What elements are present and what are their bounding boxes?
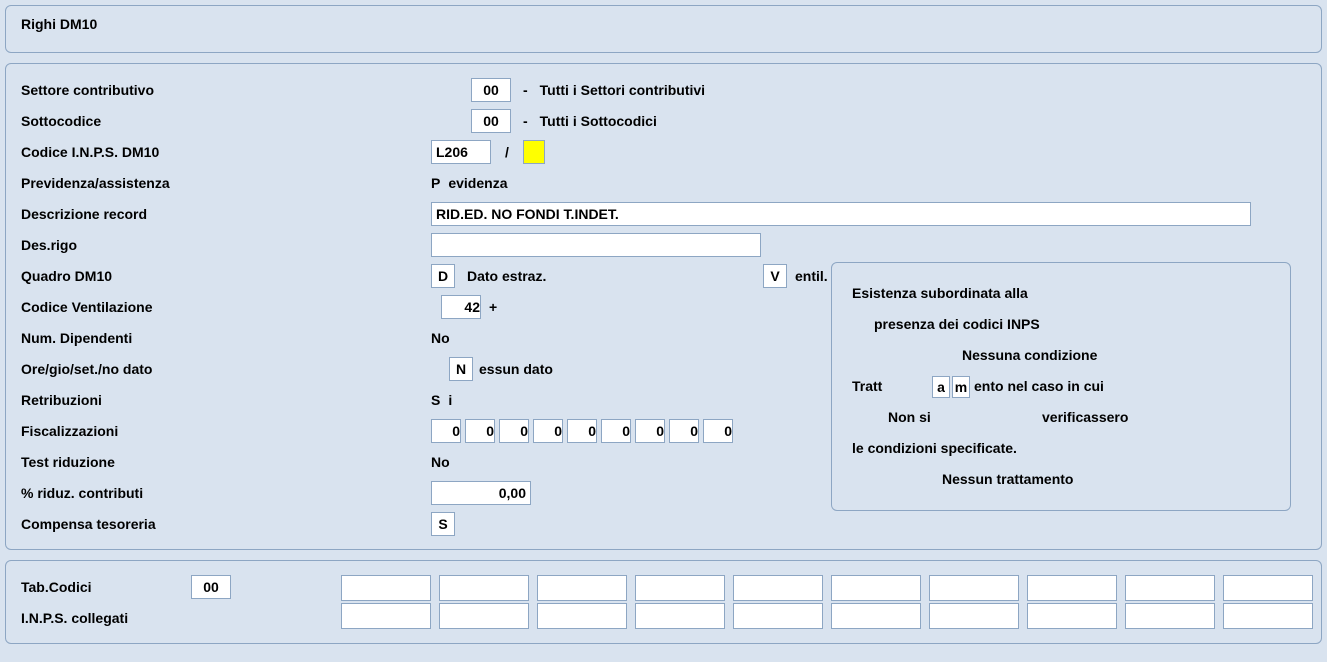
code-r1-c8[interactable]: [1125, 603, 1215, 629]
dash: -: [523, 113, 528, 129]
fisc-3[interactable]: [533, 419, 563, 443]
numdip-value: No: [431, 330, 450, 346]
header-panel: Righi DM10: [5, 5, 1322, 53]
fisc-6[interactable]: [635, 419, 665, 443]
fisc-2[interactable]: [499, 419, 529, 443]
codes-grid: [341, 573, 1313, 631]
code-r0-c4[interactable]: [733, 575, 823, 601]
label-sottocodice: Sottocodice: [21, 113, 431, 129]
retribuzioni-code: S: [431, 392, 440, 408]
side-line7: Nessun trattamento: [852, 464, 1270, 495]
dash: -: [523, 82, 528, 98]
code-r1-c7[interactable]: [1027, 603, 1117, 629]
label-descrizione: Descrizione record: [21, 206, 431, 222]
inps-collegati-label: I.N.P.S. collegati: [21, 610, 128, 626]
previdenza-code: P: [431, 175, 440, 191]
slash: /: [505, 144, 509, 160]
code-r0-c9[interactable]: [1223, 575, 1313, 601]
fisc-7[interactable]: [669, 419, 699, 443]
code-r1-c6[interactable]: [929, 603, 1019, 629]
input-settore-code[interactable]: [471, 78, 511, 102]
input-ore-code[interactable]: [449, 357, 473, 381]
label-testrid: Test riduzione: [21, 454, 431, 470]
label-settore: Settore contributivo: [21, 82, 431, 98]
fisc-0[interactable]: [431, 419, 461, 443]
settore-desc: Tutti i Settori contributivi: [540, 82, 705, 98]
input-descrizione[interactable]: [431, 202, 1251, 226]
side-line3: Nessuna condizione: [852, 340, 1270, 371]
label-ventilazione: Codice Ventilazione: [21, 299, 431, 315]
quadro-vlabel: entil.: [795, 268, 828, 284]
ore-desc: essun dato: [479, 361, 553, 377]
retribuzioni-desc: i: [448, 392, 452, 408]
code-r0-c0[interactable]: [341, 575, 431, 601]
code-r0-c1[interactable]: [439, 575, 529, 601]
sottocodice-desc: Tutti i Sottocodici: [540, 113, 657, 129]
code-r1-c3[interactable]: [635, 603, 725, 629]
side-code2[interactable]: [952, 376, 970, 398]
label-retribuzioni: Retribuzioni: [21, 392, 431, 408]
page-title: Righi DM10: [21, 16, 1306, 42]
code-r0-c5[interactable]: [831, 575, 921, 601]
input-codice-inps-suffix[interactable]: [523, 140, 545, 164]
code-r0-c2[interactable]: [537, 575, 627, 601]
label-compensa: Compensa tesoreria: [21, 516, 431, 532]
fiscalizzazioni-group: [431, 419, 733, 443]
input-tab-codici[interactable]: [191, 575, 231, 599]
bottom-panel: Tab.Codici I.N.P.S. collegati: [5, 560, 1322, 644]
side-line1: Esistenza subordinata alla: [852, 278, 1270, 309]
input-ventilazione[interactable]: [441, 295, 481, 319]
label-quadro: Quadro DM10: [21, 268, 431, 284]
side-line5b: verificassero: [1042, 402, 1128, 433]
input-sottocodice-code[interactable]: [471, 109, 511, 133]
code-r1-c9[interactable]: [1223, 603, 1313, 629]
testrid-value: No: [431, 454, 450, 470]
label-desrigo: Des.rigo: [21, 237, 431, 253]
input-codice-inps[interactable]: [431, 140, 491, 164]
code-r1-c4[interactable]: [733, 603, 823, 629]
code-r0-c6[interactable]: [929, 575, 1019, 601]
tab-codici-label: Tab.Codici: [21, 579, 191, 595]
label-codice-inps: Codice I.N.P.S. DM10: [21, 144, 431, 160]
label-numdip: Num. Dipendenti: [21, 330, 431, 346]
main-panel: Settore contributivo - Tutti i Settori c…: [5, 63, 1322, 550]
code-r0-c7[interactable]: [1027, 575, 1117, 601]
fisc-8[interactable]: [703, 419, 733, 443]
code-r1-c5[interactable]: [831, 603, 921, 629]
code-r0-c8[interactable]: [1125, 575, 1215, 601]
input-quadro-v[interactable]: [763, 264, 787, 288]
side-line4a: Tratt: [852, 371, 930, 402]
code-r1-c2[interactable]: [537, 603, 627, 629]
label-fiscalizzazioni: Fiscalizzazioni: [21, 423, 431, 439]
quadro-dlabel: Dato estraz.: [467, 268, 757, 284]
fisc-4[interactable]: [567, 419, 597, 443]
plus-icon[interactable]: +: [489, 299, 497, 315]
code-r1-c1[interactable]: [439, 603, 529, 629]
previdenza-desc: evidenza: [448, 175, 507, 191]
side-panel: Esistenza subordinata alla presenza dei …: [831, 262, 1291, 511]
input-desrigo[interactable]: [431, 233, 761, 257]
side-line5a: Non si: [852, 402, 1042, 433]
side-line6: le condizioni specificate.: [852, 433, 1270, 464]
side-line4b: ento nel caso in cui: [974, 371, 1104, 402]
fisc-1[interactable]: [465, 419, 495, 443]
fisc-5[interactable]: [601, 419, 631, 443]
code-r0-c3[interactable]: [635, 575, 725, 601]
label-riduz: % riduz. contributi: [21, 485, 431, 501]
input-riduz[interactable]: [431, 481, 531, 505]
input-compensa[interactable]: [431, 512, 455, 536]
input-quadro-d[interactable]: [431, 264, 455, 288]
side-code1[interactable]: [932, 376, 950, 398]
label-previdenza: Previdenza/assistenza: [21, 175, 431, 191]
side-line2: presenza dei codici INPS: [852, 309, 1270, 340]
code-r1-c0[interactable]: [341, 603, 431, 629]
label-ore: Ore/gio/set./no dato: [21, 361, 431, 377]
